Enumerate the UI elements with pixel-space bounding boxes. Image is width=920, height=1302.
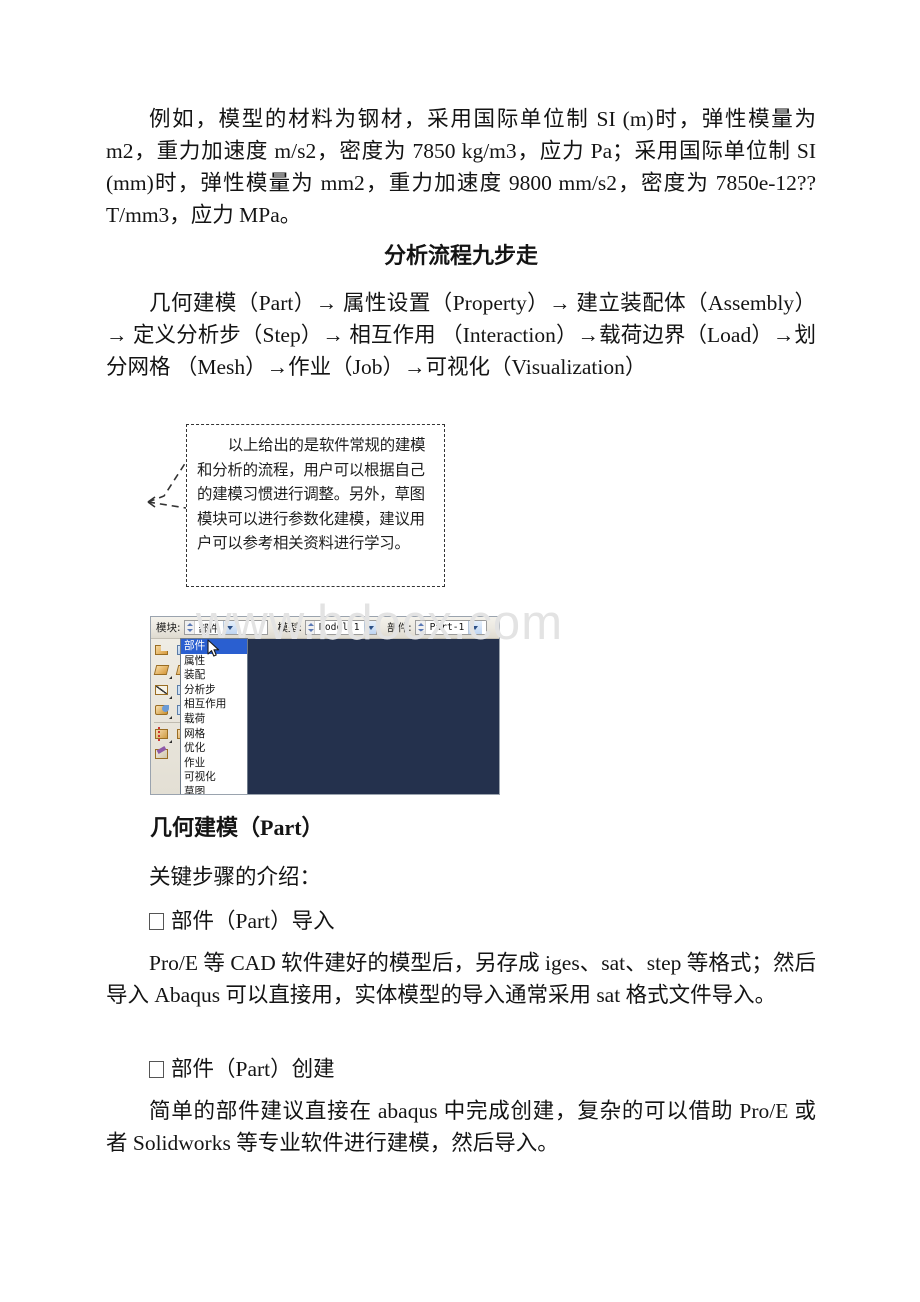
module-combobox-value: 部件	[198, 624, 219, 635]
model-combobox-value: Model-1	[319, 622, 360, 633]
chevron-down-icon[interactable]	[222, 621, 237, 634]
abaqus-screenshot: 模块: 部件 模型: Model-1 部件: Part-1 部件 属性 装配 分…	[150, 616, 500, 795]
flow-text: 几何建模（Part）→ 属性设置（Property）→ 建立装配体（Assemb…	[106, 291, 816, 379]
create-part-icon[interactable]	[153, 642, 172, 659]
units-example-text: 例如，模型的材料为钢材，采用国际单位制 SI (m)时，弹性模量为 m2，重力加…	[106, 107, 816, 227]
mouse-cursor-icon	[207, 639, 220, 657]
bullet-create-block: 部件（Part）创建	[106, 1053, 816, 1085]
model-spinner-icon[interactable]	[306, 621, 316, 634]
create-text: 简单的部件建议直接在 abaqus 中完成创建，复杂的可以借助 Pro/E 或者…	[106, 1099, 816, 1155]
paragraph-units-example: 例如，模型的材料为钢材，采用国际单位制 SI (m)时，弹性模量为 m2，重力加…	[106, 103, 816, 231]
model-label: 模型:	[277, 622, 303, 634]
dropdown-item-6[interactable]: 网格	[181, 727, 247, 742]
module-dropdown-list[interactable]: 部件 属性 装配 分析步 相互作用 载荷 网格 优化 作业 可视化 草图	[180, 638, 248, 794]
dropdown-item-9[interactable]: 可视化	[181, 770, 247, 785]
subheading-part: 几何建模（Part）	[150, 815, 324, 840]
import-text: Pro/E 等 CAD 软件建好的模型后，另存成 iges、sat、step 等…	[106, 951, 816, 1007]
part-spinner-icon[interactable]	[415, 621, 426, 634]
chevron-down-icon[interactable]	[363, 621, 377, 634]
subheading-part-block: 几何建模（Part）	[106, 812, 816, 844]
module-spinner-icon[interactable]	[184, 621, 195, 634]
dropdown-item-2[interactable]: 装配	[181, 668, 247, 683]
module-combobox[interactable]: 部件	[183, 620, 268, 635]
dropdown-item-8[interactable]: 作业	[181, 756, 247, 771]
module-label: 模块:	[156, 622, 181, 634]
part-combobox[interactable]: Part-1	[414, 620, 487, 635]
paragraph-key-steps: 关键步骤的介绍：	[106, 861, 816, 893]
abaqus-context-bar: 模块: 部件 模型: Model-1 部件: Part-1	[151, 617, 499, 639]
document-page: 例如，模型的材料为钢材，采用国际单位制 SI (m)时，弹性模量为 m2，重力加…	[0, 0, 920, 1302]
dropdown-item-5[interactable]: 载荷	[181, 712, 247, 727]
dropdown-item-7[interactable]: 优化	[181, 741, 247, 756]
bullet-import-label: 部件（Part）导入	[171, 909, 335, 933]
create-solid-icon[interactable]	[153, 702, 172, 719]
bullet-create-label: 部件（Part）创建	[171, 1057, 335, 1081]
create-datum-point-icon[interactable]	[153, 726, 172, 743]
create-wire-icon[interactable]	[153, 682, 172, 699]
dropdown-item-4[interactable]: 相互作用	[181, 697, 247, 712]
bullet-import-line: 部件（Part）导入	[106, 905, 816, 937]
model-combobox[interactable]: Model-1	[305, 620, 378, 635]
part-combobox-value: Part-1	[429, 622, 465, 633]
part-label: 部件:	[387, 622, 412, 634]
create-solid-revolve-icon[interactable]	[153, 662, 172, 679]
callout-note: 以上给出的是软件常规的建模和分析的流程，用户可以根据自己的建模习惯进行调整。另外…	[186, 424, 445, 587]
chevron-down-icon[interactable]	[468, 621, 483, 634]
paragraph-flow: 几何建模（Part）→ 属性设置（Property）→ 建立装配体（Assemb…	[106, 287, 816, 383]
section-heading-flow: 分析流程九步走	[383, 243, 538, 268]
bullet-square-icon	[149, 1061, 164, 1078]
flow-heading-block: 分析流程九步走	[106, 241, 816, 271]
dropdown-item-10[interactable]: 草图	[181, 785, 247, 794]
bullet-create-line: 部件（Part）创建	[106, 1053, 816, 1085]
dropdown-item-3[interactable]: 分析步	[181, 683, 247, 698]
callout-note-text: 以上给出的是软件常规的建模和分析的流程，用户可以根据自己的建模习惯进行调整。另外…	[197, 436, 426, 552]
paragraph-create: 简单的部件建议直接在 abaqus 中完成创建，复杂的可以借助 Pro/E 或者…	[106, 1095, 816, 1159]
key-steps-text: 关键步骤的介绍：	[149, 865, 322, 889]
paragraph-import: Pro/E 等 CAD 软件建好的模型后，另存成 iges、sat、step 等…	[106, 947, 816, 1011]
create-partition-icon[interactable]	[153, 746, 172, 763]
bullet-square-icon	[149, 913, 164, 930]
bullet-import-block: 部件（Part）导入	[106, 905, 816, 937]
